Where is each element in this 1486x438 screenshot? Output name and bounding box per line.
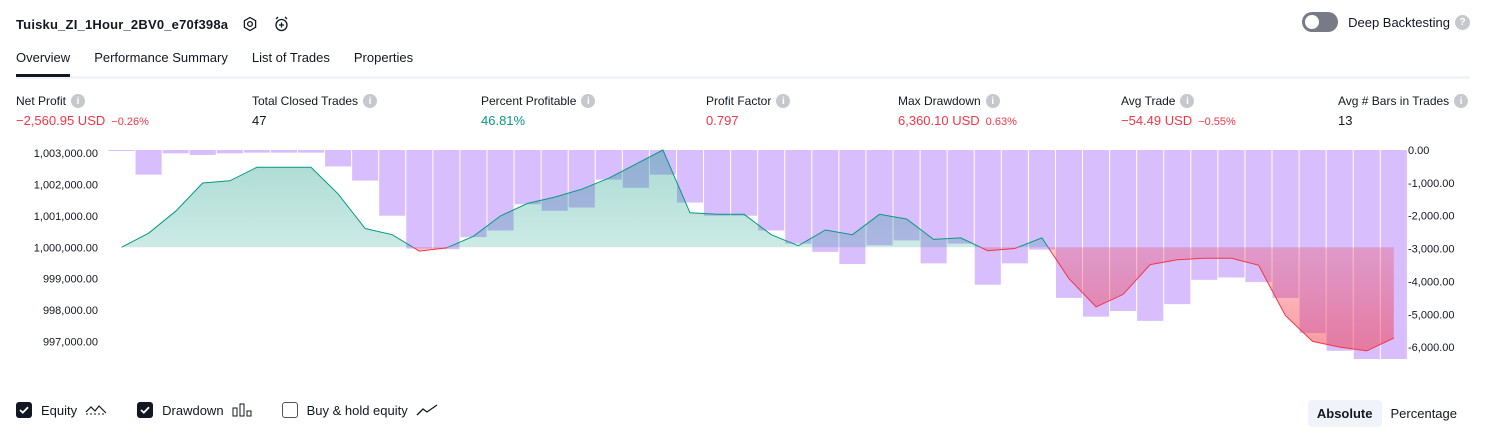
- drawdown-bar: [758, 150, 785, 231]
- drawdown-bar: [731, 150, 758, 216]
- right-axis-tick: -2,000.00: [1408, 211, 1454, 223]
- drawdown-bar: [297, 150, 325, 153]
- drawdown-bar: [947, 150, 974, 244]
- metric-percent: 0.63%: [985, 116, 1017, 128]
- metric-value: −54.49 USD: [1121, 113, 1193, 128]
- mode-percentage-button[interactable]: Percentage: [1382, 400, 1467, 427]
- metric-total-closed-trades: Total Closed Trades i 47: [252, 94, 378, 128]
- left-axis-tick: 1,001,000.00: [34, 211, 98, 223]
- drawdown-bar: [379, 150, 406, 216]
- report-tabs: Overview Performance Summary List of Tra…: [16, 40, 1470, 79]
- info-icon[interactable]: i: [1454, 94, 1469, 108]
- help-icon[interactable]: ?: [1455, 14, 1470, 30]
- drawdown-bar: [785, 150, 812, 244]
- info-icon[interactable]: i: [776, 94, 791, 108]
- metric-label: Total Closed Trades: [252, 94, 359, 108]
- drawdown-bars-icon: [232, 403, 252, 417]
- drawdown-bar: [974, 150, 1001, 285]
- drawdown-bar: [352, 150, 379, 181]
- drawdown-bar: [704, 150, 731, 216]
- metric-avg-bars: Avg # Bars in Trades i 13: [1338, 94, 1469, 128]
- left-axis-tick: 1,003,000.00: [34, 148, 98, 160]
- right-axis-tick: -1,000.00: [1408, 178, 1454, 190]
- mode-absolute-button[interactable]: Absolute: [1307, 400, 1382, 427]
- buyhold-label: Buy & hold equity: [306, 402, 408, 418]
- left-axis-tick: 1,000,000.00: [34, 242, 98, 254]
- right-axis-tick: 0.00: [1408, 145, 1429, 157]
- drawdown-bar: [406, 150, 433, 249]
- tab-performance-summary[interactable]: Performance Summary: [94, 40, 228, 74]
- scale-mode-switch: Absolute Percentage: [1307, 400, 1467, 427]
- metric-value: 6,360.10 USD: [898, 113, 980, 128]
- deep-backtesting: Deep Backtesting ?: [1302, 12, 1470, 32]
- left-axis-tick: 997,000.00: [43, 336, 98, 348]
- drawdown-bar: [270, 150, 297, 153]
- info-icon[interactable]: i: [985, 94, 1000, 108]
- left-axis-tick: 998,000.00: [43, 305, 98, 317]
- chart-legend: Equity Drawdown Buy & hold equity: [16, 402, 468, 418]
- drawdown-bar: [162, 150, 189, 154]
- metric-value: 47: [252, 113, 267, 128]
- metric-percent: −0.55%: [1198, 116, 1236, 128]
- drawdown-bar: [243, 150, 270, 153]
- metric-label: Avg Trade: [1121, 94, 1176, 108]
- drawdown-bar: [1028, 150, 1055, 250]
- drawdown-bar: [1164, 150, 1191, 305]
- drawdown-bar: [108, 150, 135, 151]
- drawdown-bar: [325, 150, 352, 167]
- right-axis-tick: -6,000.00: [1408, 342, 1454, 354]
- drawdown-bar: [216, 150, 243, 154]
- equity-checkbox[interactable]: Equity: [16, 402, 107, 418]
- buyhold-checkbox[interactable]: Buy & hold equity: [281, 402, 438, 418]
- drawdown-bar: [460, 150, 487, 238]
- metric-label: Max Drawdown: [898, 94, 981, 108]
- info-icon[interactable]: i: [581, 94, 596, 108]
- deep-backtesting-toggle[interactable]: [1302, 12, 1339, 32]
- left-axis-tick: 1,002,000.00: [34, 180, 98, 192]
- right-axis-tick: -5,000.00: [1408, 309, 1454, 321]
- metric-label: Net Profit: [16, 94, 67, 108]
- strategy-header: Tuisku_ZI_1Hour_2BV0_e70f398a: [16, 12, 292, 36]
- right-axis-tick: -4,000.00: [1408, 276, 1454, 288]
- equity-chart[interactable]: 1,003,000.00 1,002,000.00 1,001,000.00 1,00…: [0, 140, 1486, 375]
- metric-net-profit: Net Profit i −2,560.95 USD −0.26%: [16, 94, 149, 128]
- drawdown-label: Drawdown: [162, 402, 224, 418]
- info-icon[interactable]: i: [1180, 94, 1195, 108]
- drawdown-bar: [1137, 150, 1164, 321]
- right-axis-tick: -3,000.00: [1408, 244, 1454, 256]
- check-icon: [16, 402, 32, 418]
- strategy-name: Tuisku_ZI_1Hour_2BV0_e70f398a: [16, 16, 229, 32]
- check-icon: [137, 402, 154, 418]
- metric-label: Percent Profitable: [481, 94, 577, 108]
- info-icon[interactable]: i: [363, 94, 378, 108]
- drawdown-bar: [433, 150, 460, 250]
- info-icon[interactable]: i: [71, 94, 86, 108]
- metric-avg-trade: Avg Trade i −54.49 USD −0.55%: [1121, 94, 1236, 128]
- deep-backtesting-label: Deep Backtesting: [1348, 14, 1450, 30]
- drawdown-bar: [135, 150, 162, 175]
- metric-max-drawdown: Max Drawdown i 6,360.10 USD 0.63%: [898, 94, 1017, 128]
- tab-overview[interactable]: Overview: [16, 40, 71, 77]
- buyhold-line-icon: [416, 403, 438, 417]
- left-axis-tick: 999,000.00: [43, 274, 98, 286]
- metric-value: 13: [1338, 113, 1353, 128]
- metric-value: 0.797: [706, 113, 739, 128]
- drawdown-bar: [189, 150, 216, 155]
- metric-percent: −0.26%: [111, 116, 149, 128]
- equity-label: Equity: [41, 402, 78, 418]
- drawdown-bar: [1191, 150, 1218, 280]
- tab-list-of-trades[interactable]: List of Trades: [252, 40, 330, 74]
- tab-properties[interactable]: Properties: [354, 40, 413, 74]
- add-alert-icon[interactable]: [272, 14, 292, 34]
- drawdown-checkbox[interactable]: Drawdown: [137, 402, 252, 418]
- metric-label: Avg # Bars in Trades: [1338, 94, 1450, 108]
- settings-icon[interactable]: [240, 14, 260, 34]
- metric-value: 46.81%: [481, 113, 526, 128]
- metric-label: Profit Factor: [706, 94, 772, 108]
- equity-line-icon: [85, 403, 107, 417]
- drawdown-bar: [514, 150, 541, 205]
- metric-value: −2,560.95 USD: [16, 113, 106, 128]
- metric-profit-factor: Profit Factor i 0.797: [706, 94, 791, 128]
- metric-percent-profitable: Percent Profitable i 46.81%: [481, 94, 596, 128]
